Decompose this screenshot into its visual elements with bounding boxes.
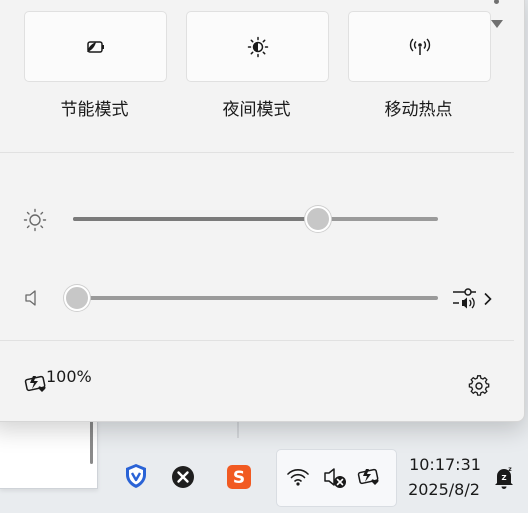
close-circle-app-icon[interactable] <box>171 465 195 489</box>
brightness-icon <box>23 208 47 232</box>
sogou-ime-icon[interactable]: S <box>226 464 252 490</box>
divider <box>0 340 514 341</box>
night-light-label: 夜间模式 <box>222 100 291 120</box>
clock-date[interactable]: 2025/8/2 <box>400 480 488 499</box>
audio-mixer-icon[interactable] <box>452 287 478 309</box>
speaker-icon <box>25 290 36 306</box>
scroll-down-arrow[interactable] <box>491 20 503 28</box>
volume-slider[interactable] <box>73 296 438 300</box>
battery-saver-label: 节能模式 <box>60 100 129 120</box>
mobile-hotspot-tile[interactable] <box>348 11 491 82</box>
taskbar <box>0 440 528 513</box>
chevron-right-icon[interactable] <box>483 292 493 306</box>
sleep-bell-icon[interactable]: Z z <box>492 464 516 492</box>
battery-saver-icon <box>86 40 104 53</box>
svg-text:Z: Z <box>501 474 506 482</box>
scroll-indicator <box>494 0 499 4</box>
battery-saver-tile[interactable] <box>24 11 167 82</box>
divider <box>0 152 514 153</box>
speaker-muted-icon <box>324 468 346 488</box>
svg-text:S: S <box>233 468 245 488</box>
brightness-slider-thumb[interactable] <box>304 206 331 232</box>
mobile-hotspot-label: 移动热点 <box>384 100 453 120</box>
clock-time[interactable]: 10:17:31 <box>405 455 485 474</box>
wifi-icon <box>287 469 309 486</box>
night-light-tile[interactable] <box>186 11 329 82</box>
quick-settings-flyout: keyboard 节能模式 夜间模式 <box>0 0 525 422</box>
volume-slider-thumb[interactable] <box>64 285 90 311</box>
gear-icon[interactable] <box>468 375 490 397</box>
shield-app-icon[interactable] <box>124 463 148 489</box>
night-light-icon <box>247 36 268 57</box>
brightness-slider-fill <box>73 217 318 221</box>
battery-charging-icon <box>357 468 379 485</box>
mobile-hotspot-icon <box>409 38 430 55</box>
battery-percentage[interactable]: 100% <box>46 367 92 386</box>
svg-text:z: z <box>508 466 512 473</box>
